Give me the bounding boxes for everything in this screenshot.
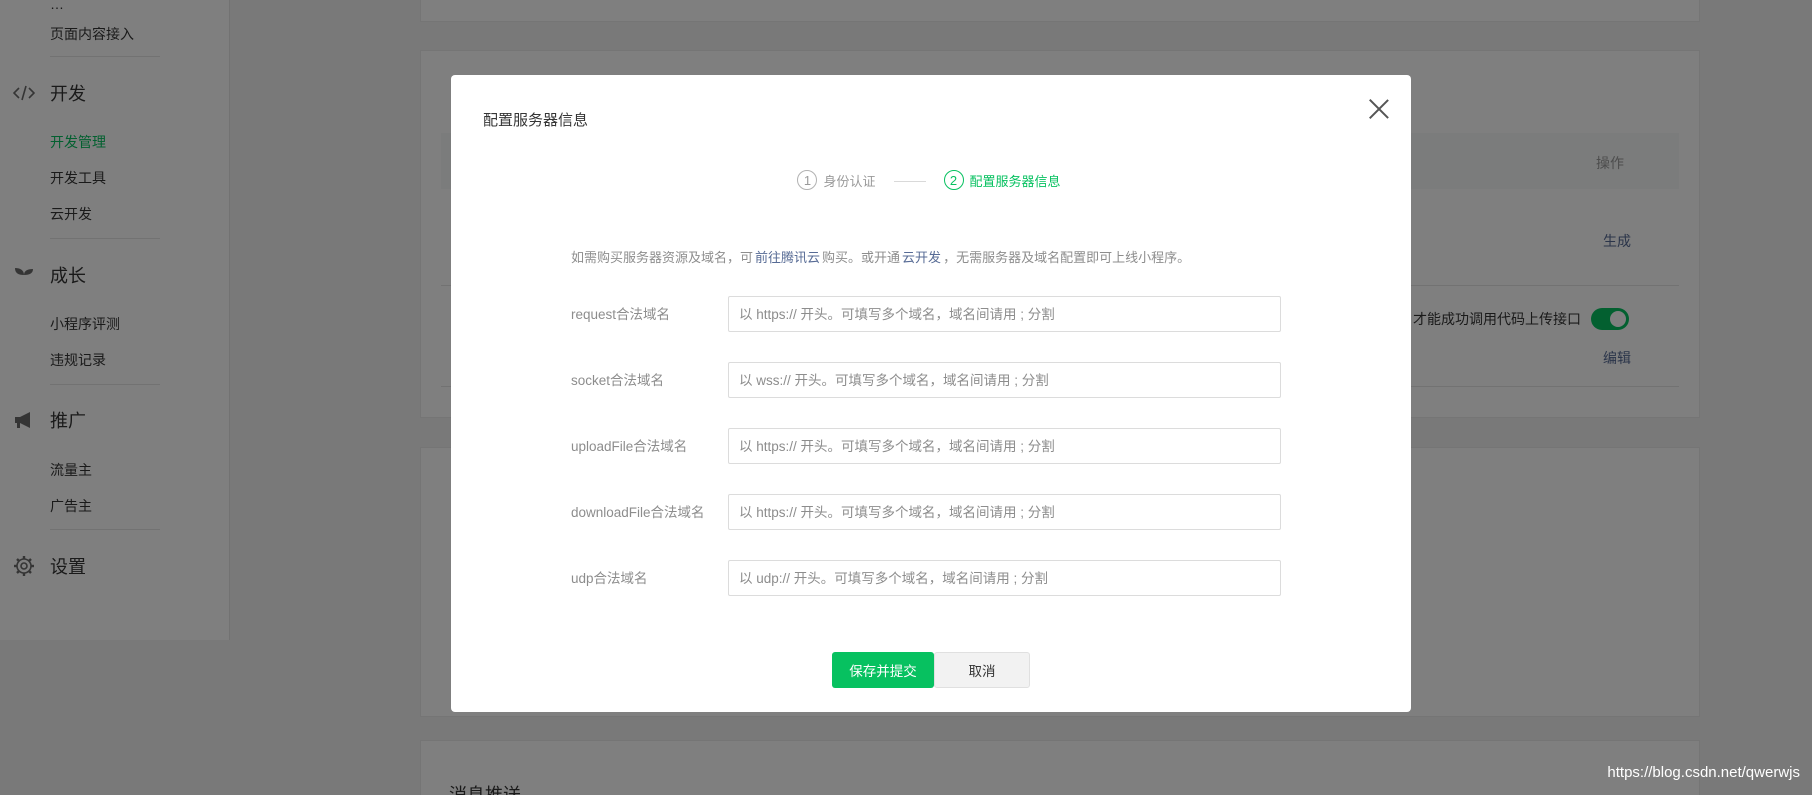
notice-text: ，无需服务器及域名配置即可上线小程序。 [943,250,1191,265]
request-domain-label: request合法域名 [571,307,671,322]
udp-domain-input[interactable] [728,560,1281,596]
step-label: 配置服务器信息 [969,173,1061,189]
step-number: 1 [797,170,818,190]
watermark: https://blog.csdn.net/qwerwjs [1607,764,1800,781]
upload-domain-input[interactable] [728,428,1281,464]
upload-domain-label: uploadFile合法域名 [571,439,688,454]
purchase-notice: 如需购买服务器资源及域名，可 前往腾讯云 购买。或开通 云开发 ，无需服务器及域名配置即… [571,247,1190,266]
notice-text: 如需购买服务器资源及域名，可 [571,250,754,265]
socket-domain-label: socket合法域名 [571,373,665,388]
step-number: 2 [943,170,964,190]
udp-domain-label: udp合法域名 [571,571,648,586]
step-connector [893,180,926,182]
step-server-config: 2 配置服务器信息 [943,170,1061,190]
tencent-cloud-link[interactable]: 前往腾讯云 [755,250,820,265]
download-domain-label: downloadFile合法域名 [571,505,705,520]
request-domain-input[interactable] [728,296,1281,332]
close-icon[interactable] [1367,97,1391,121]
save-submit-button[interactable]: 保存并提交 [832,652,934,688]
server-config-dialog: 配置服务器信息 1 身份认证 2 配置服务器信息 如需购买服务器资源及域名，可前… [451,75,1411,712]
step-identity: 1 身份认证 [797,170,876,190]
step-label: 身份认证 [823,173,876,189]
cancel-button[interactable]: 取消 [934,652,1030,688]
socket-domain-input[interactable] [728,362,1281,398]
download-domain-input[interactable] [728,494,1281,530]
dialog-title: 配置服务器信息 [483,112,589,129]
step-indicator: 1 身份认证 2 配置服务器信息 [451,170,1411,190]
cloud-dev-link[interactable]: 云开发 [902,250,941,265]
notice-text: 购买。或开通 [822,250,901,265]
